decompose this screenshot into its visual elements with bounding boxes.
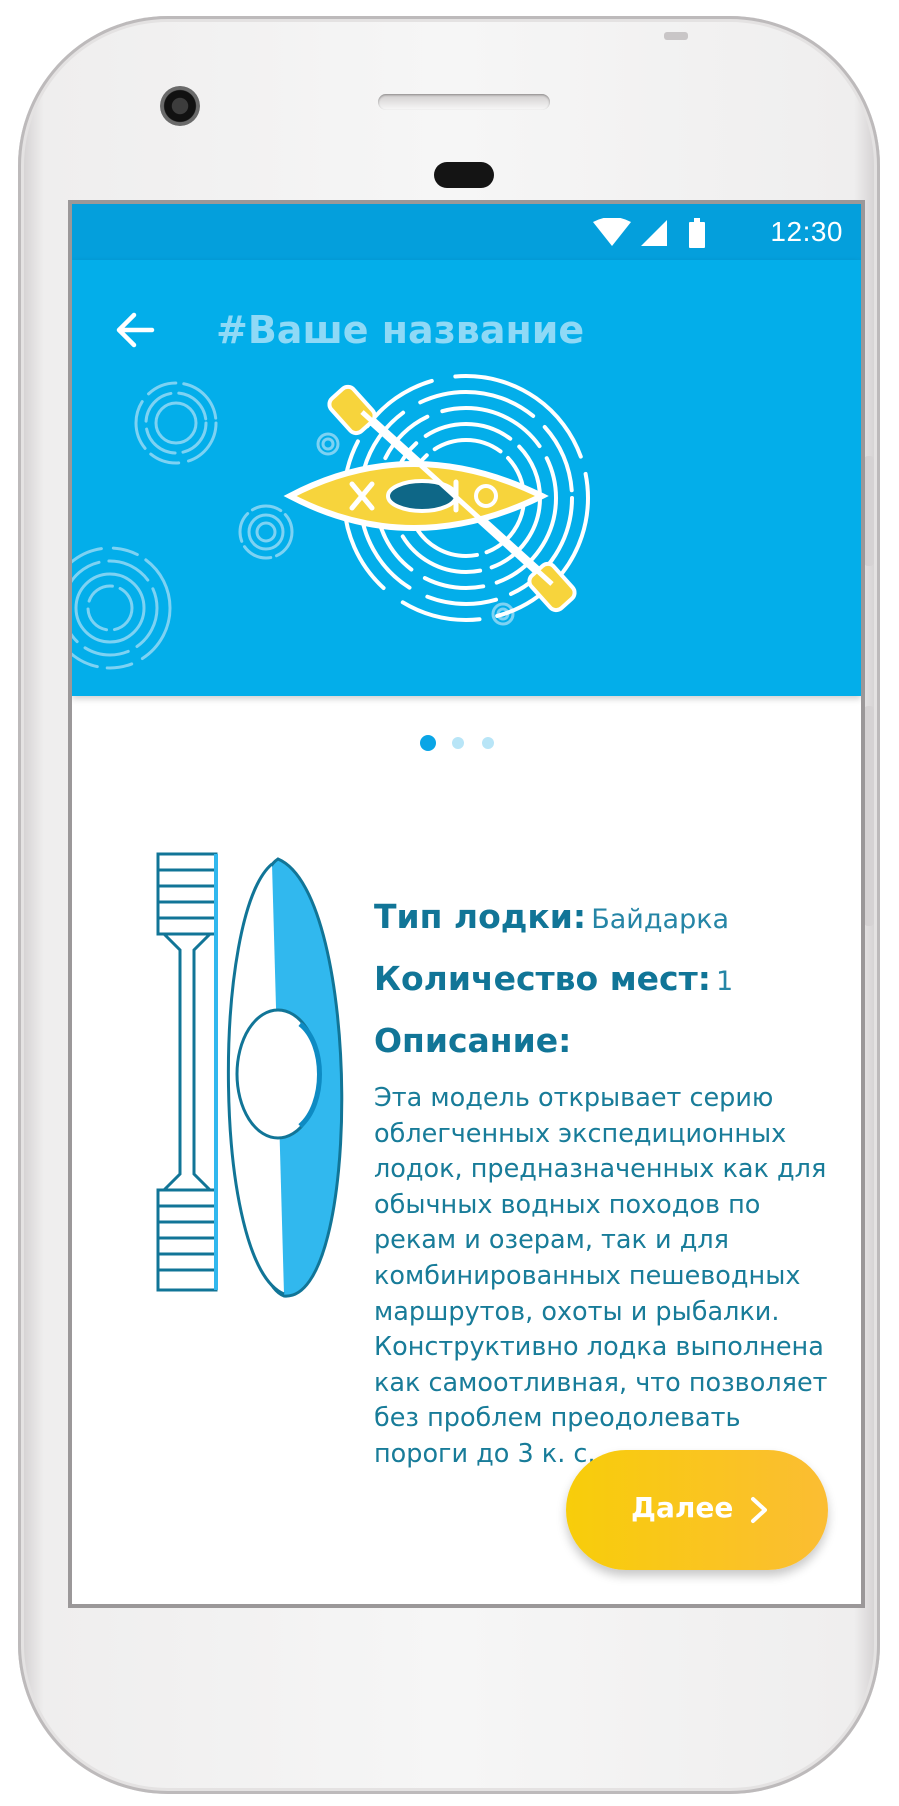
boat-type-label: Тип лодки:	[374, 897, 587, 936]
proximity-sensor	[434, 162, 494, 188]
kayak-paddle-illustration	[156, 852, 344, 1298]
boat-seats-row: Количество мест: 1	[374, 959, 733, 998]
hero-header: #Ваше название	[72, 260, 861, 696]
chevron-right-icon	[751, 1497, 767, 1523]
kayak-hero-illustration	[72, 374, 590, 670]
phone-top-notch	[664, 32, 688, 40]
boat-description-row: Описание:	[374, 1021, 571, 1060]
battery-icon	[689, 218, 705, 248]
status-icons	[593, 218, 705, 248]
boat-description-label: Описание:	[374, 1021, 572, 1060]
page-title: #Ваше название	[216, 308, 585, 352]
pager-dot-3[interactable]	[482, 737, 494, 749]
boat-description-text: Эта модель открывает серию облегченных э…	[374, 1083, 828, 1469]
status-bar: 12:30	[72, 204, 861, 260]
status-time: 12:30	[770, 216, 843, 247]
earpiece-speaker	[378, 94, 550, 110]
boat-type-row: Тип лодки: Байдарка	[374, 897, 729, 936]
volume-button	[864, 706, 874, 926]
pager-dot-1[interactable]	[420, 735, 436, 751]
pager-dots	[420, 734, 510, 754]
boat-seats-label: Количество мест:	[374, 959, 711, 998]
wifi-icon	[593, 218, 631, 246]
boat-seats-value: 1	[716, 966, 734, 997]
boat-type-value: Байдарка	[591, 904, 730, 935]
power-button	[864, 456, 874, 566]
app-screen: 12:30 #Ваше название Тип лодки: Байдарка…	[72, 204, 861, 1604]
next-button-label: Далее	[631, 1491, 734, 1524]
paddle-illustration	[156, 852, 218, 1292]
next-button[interactable]: Далее	[566, 1450, 828, 1570]
arrow-left-icon[interactable]	[108, 302, 164, 358]
phone-frame: 12:30 #Ваше название Тип лодки: Байдарка…	[18, 16, 880, 1794]
kayak-top-view-illustration	[226, 857, 344, 1298]
front-camera	[160, 86, 200, 126]
pager-dot-2[interactable]	[452, 737, 464, 749]
signal-icon	[641, 220, 667, 246]
